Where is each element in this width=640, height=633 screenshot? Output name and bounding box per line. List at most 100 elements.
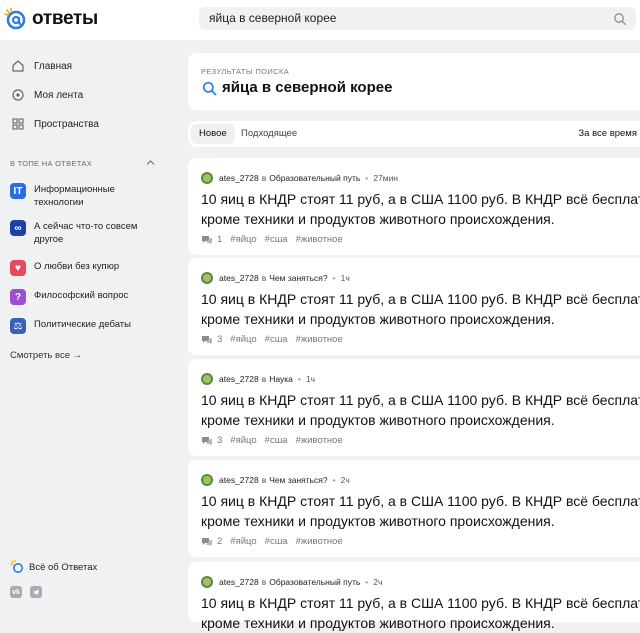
question-title[interactable]: 10 яиц в КНДР стоят 11 руб, а в США 1100… xyxy=(201,189,640,229)
heart-icon: ♥ xyxy=(10,260,26,276)
sidebar-item-spaces[interactable]: Пространства xyxy=(10,113,99,135)
category-link[interactable]: Образовательный путь xyxy=(269,577,360,587)
question-card[interactable]: ates_2728 в Образовательный путь • 27мин… xyxy=(188,158,640,255)
tag-link[interactable]: #яйцо xyxy=(230,536,256,547)
question-card[interactable]: ates_2728 в Чем заняться? • 2ч 10 яиц в … xyxy=(188,460,640,557)
sidebar-item-home[interactable]: Главная xyxy=(10,55,72,77)
question-time: 1ч xyxy=(340,273,350,283)
author-link[interactable]: ates_2728 xyxy=(219,273,259,283)
topic-label: О любви без купюр xyxy=(34,261,120,272)
avatar[interactable] xyxy=(201,474,213,486)
sidebar-topic-something-else[interactable]: ∞ А сейчас что-то совсем другое xyxy=(10,220,160,246)
question-icon: ? xyxy=(10,289,26,305)
sidebar-item-label: Пространства xyxy=(34,118,99,130)
avatar[interactable] xyxy=(201,576,213,588)
category-link[interactable]: Образовательный путь xyxy=(269,173,360,183)
tab-suitable[interactable]: Подходящее xyxy=(233,124,305,144)
see-all-link[interactable]: Смотреть все → xyxy=(10,350,82,361)
section-title[interactable]: В ТОПЕ НА ОТВЕТАХ xyxy=(10,159,155,168)
about-link-text: Всё об Ответах xyxy=(29,561,98,573)
avatar[interactable] xyxy=(201,373,213,385)
home-icon xyxy=(10,58,26,74)
author-link[interactable]: ates_2728 xyxy=(219,173,259,183)
question-title-line: 10 яиц в КНДР стоят 11 руб, а в США 1100… xyxy=(201,493,640,509)
tag-link[interactable]: #сша xyxy=(265,536,288,547)
tag-link[interactable]: #сша xyxy=(265,435,288,446)
question-card[interactable]: ates_2728 в Образовательный путь • 2ч 10… xyxy=(188,562,640,631)
question-time: 27мин xyxy=(373,173,399,183)
answers-count: 1 xyxy=(217,234,223,245)
search-icon[interactable] xyxy=(613,12,627,26)
question-time: 2ч xyxy=(373,577,383,587)
sidebar-item-feed[interactable]: Моя лента xyxy=(10,84,83,106)
question-time: 2ч xyxy=(340,475,350,485)
tag-link[interactable]: #животное xyxy=(296,234,343,245)
tag-link[interactable]: #яйцо xyxy=(230,234,256,245)
sidebar-item-label: Моя лента xyxy=(34,89,84,101)
avatar[interactable] xyxy=(201,272,213,284)
question-stats: 3 #яйцо #сша #животное xyxy=(201,334,343,345)
sidebar-topic-philosophy[interactable]: ? Философский вопрос xyxy=(10,289,160,305)
separator-dot: • xyxy=(365,577,369,587)
tag-link[interactable]: #животное xyxy=(296,435,343,446)
debate-icon: ⚖ xyxy=(10,318,26,334)
author-link[interactable]: ates_2728 xyxy=(219,374,259,384)
category-link[interactable]: Чем заняться? xyxy=(269,273,327,283)
search-input[interactable]: яйца в северной корее xyxy=(199,7,636,30)
tag-link[interactable]: #животное xyxy=(296,334,343,345)
separator-dot: • xyxy=(332,475,336,485)
tag-link[interactable]: #сша xyxy=(265,334,288,345)
question-meta: ates_2728 в Наука • 1ч xyxy=(201,373,315,385)
question-meta: ates_2728 в Образовательный путь • 2ч xyxy=(201,576,382,588)
separator-dot: • xyxy=(297,374,301,384)
sidebar-topic-love[interactable]: ♥ О любви без купюр xyxy=(10,260,160,276)
question-title[interactable]: 10 яиц в КНДР стоят 11 руб, а в США 1100… xyxy=(201,491,640,531)
vk-icon[interactable]: vk xyxy=(10,586,22,598)
answers-count: 2 xyxy=(217,536,223,547)
comment-icon xyxy=(202,537,212,546)
search-icon xyxy=(202,81,217,96)
logo-icon xyxy=(4,7,26,30)
question-meta: ates_2728 в Чем заняться? • 1ч xyxy=(201,272,350,284)
results-label: РЕЗУЛЬТАТЫ ПОИСКА xyxy=(201,67,290,76)
sidebar-topic-it[interactable]: IT Информационные технологии xyxy=(10,183,160,209)
sidebar-topic-politics[interactable]: ⚖ Политические дебаты xyxy=(10,318,160,334)
sort-tabs: Новое Подходящее За все время xyxy=(188,121,640,147)
avatar[interactable] xyxy=(201,172,213,184)
question-title[interactable]: 10 яиц в КНДР стоят 11 руб, а в США 1100… xyxy=(201,593,640,633)
in-word: в xyxy=(261,475,267,485)
author-link[interactable]: ates_2728 xyxy=(219,577,259,587)
category-link[interactable]: Чем заняться? xyxy=(269,475,327,485)
category-link[interactable]: Наука xyxy=(269,374,293,384)
question-card[interactable]: ates_2728 в Чем заняться? • 1ч 10 яиц в … xyxy=(188,258,640,355)
author-link[interactable]: ates_2728 xyxy=(219,475,259,485)
question-title-line: кроме техники и продуктов животного прои… xyxy=(201,211,555,227)
tag-link[interactable]: #сша xyxy=(265,234,288,245)
about-link[interactable]: Всё об Ответах xyxy=(10,560,97,574)
section-title-text: В ТОПЕ НА ОТВЕТАХ xyxy=(10,159,93,168)
chevron-up-icon[interactable] xyxy=(146,159,155,168)
telegram-icon[interactable] xyxy=(30,586,42,598)
period-select[interactable]: За все время xyxy=(578,124,637,144)
about-logo-icon xyxy=(10,560,23,573)
tag-link[interactable]: #яйцо xyxy=(230,435,256,446)
separator-dot: • xyxy=(365,173,369,183)
tag-link[interactable]: #яйцо xyxy=(230,334,256,345)
topic-label: Информационные технологии xyxy=(34,184,115,208)
question-title-line: 10 яиц в КНДР стоят 11 руб, а в США 1100… xyxy=(201,291,640,307)
topic-label: А сейчас что-то совсем другое xyxy=(34,221,138,245)
question-card[interactable]: ates_2728 в Наука • 1ч 10 яиц в КНДР сто… xyxy=(188,359,640,456)
in-word: в xyxy=(261,577,267,587)
results-header: РЕЗУЛЬТАТЫ ПОИСКА яйца в северной корее xyxy=(188,53,640,110)
question-title[interactable]: 10 яиц в КНДР стоят 11 руб, а в США 1100… xyxy=(201,390,640,430)
sidebar-item-label: Главная xyxy=(34,60,73,72)
comment-icon xyxy=(202,436,212,445)
tag-link[interactable]: #животное xyxy=(296,536,343,547)
in-word: в xyxy=(261,374,267,384)
question-time: 1ч xyxy=(305,374,316,384)
question-title[interactable]: 10 яиц в КНДР стоят 11 руб, а в США 1100… xyxy=(201,289,640,329)
search-value[interactable]: яйца в северной корее xyxy=(209,11,336,25)
topic-label: Политические дебаты xyxy=(34,319,131,330)
tab-new[interactable]: Новое xyxy=(191,124,235,144)
logo[interactable]: ответы xyxy=(4,4,98,34)
